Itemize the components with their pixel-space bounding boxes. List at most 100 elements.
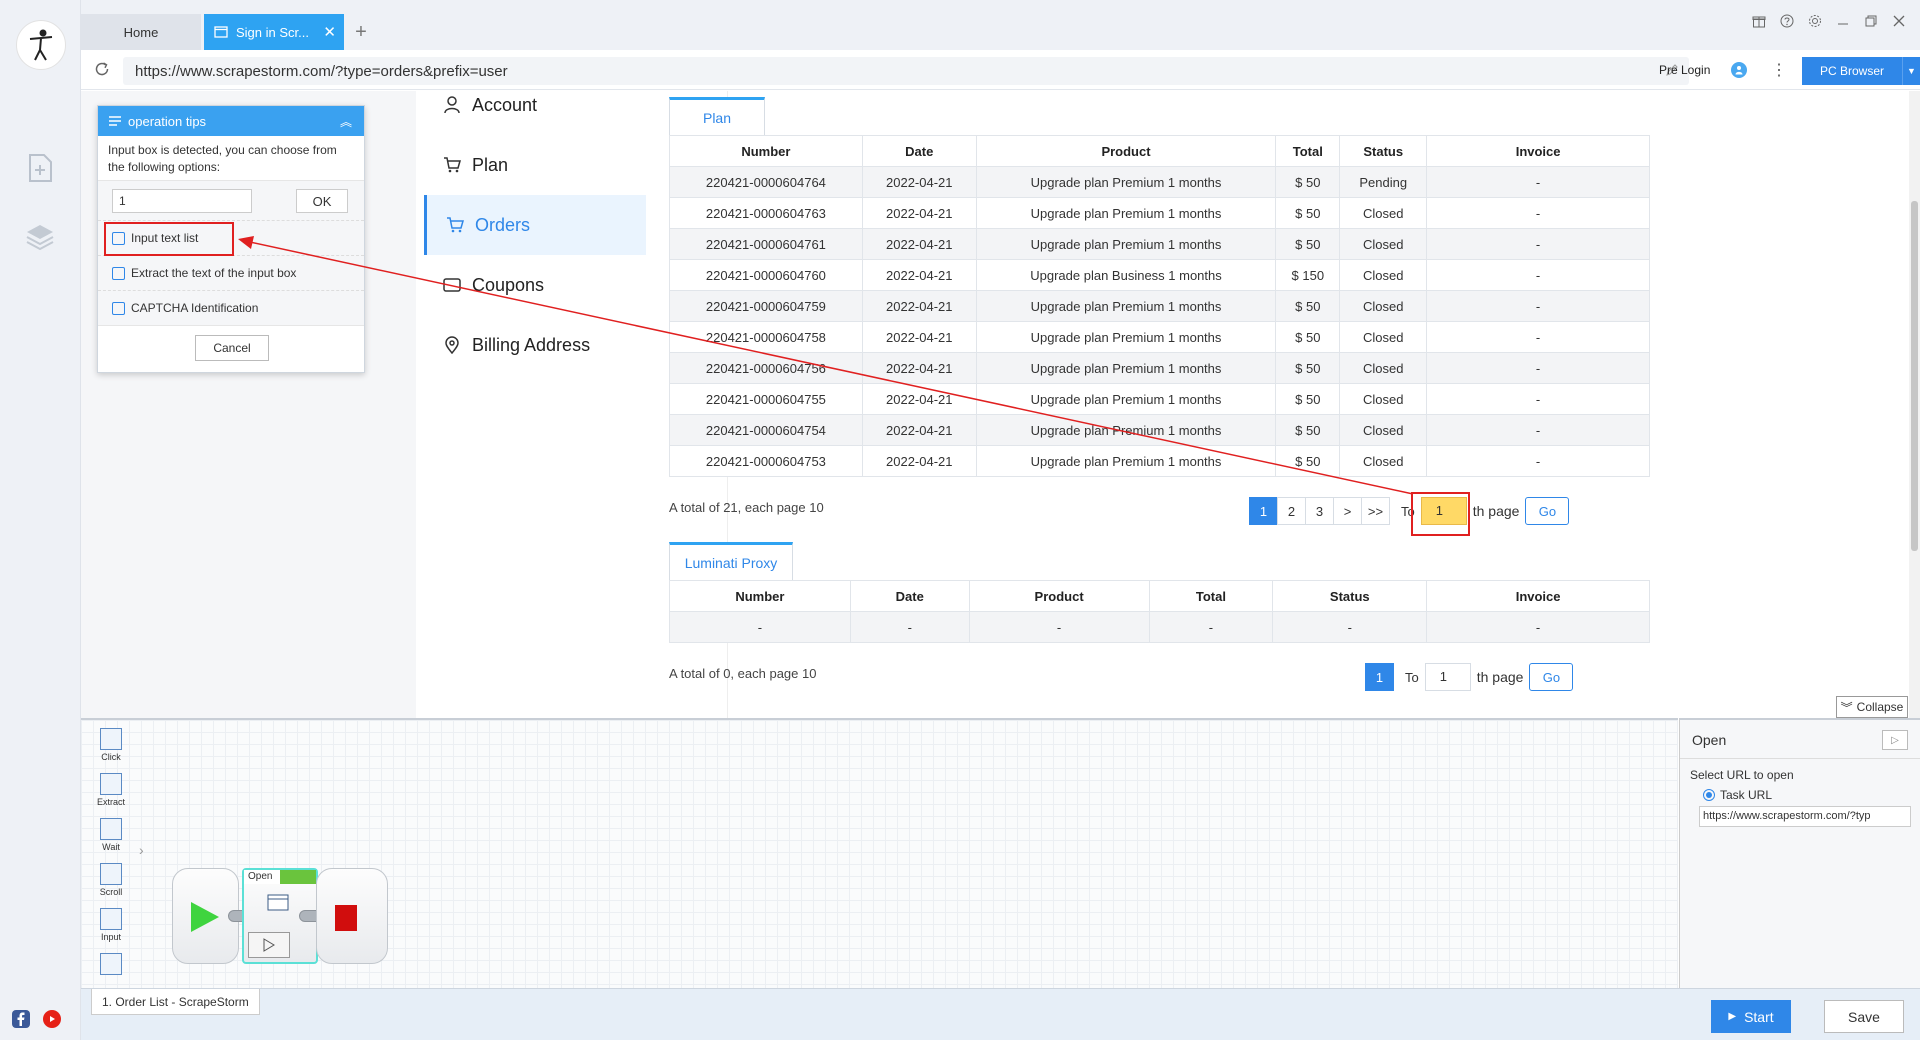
help-icon[interactable] xyxy=(1780,14,1794,31)
chevron-down-icon[interactable]: ▼ xyxy=(1902,57,1920,85)
close-window-icon[interactable] xyxy=(1892,14,1906,31)
start-button[interactable]: ▶ Start xyxy=(1711,1000,1791,1033)
tool-input[interactable]: Input xyxy=(93,908,129,953)
chevron-down-icon: ︾ xyxy=(1840,700,1853,715)
reload-icon[interactable] xyxy=(93,60,113,80)
table-cell: 220421-0000604759 xyxy=(669,290,863,322)
proxy-header-product: Product xyxy=(968,580,1150,612)
workflow-canvas[interactable]: Click Extract Wait Scroll Input › Open xyxy=(81,718,1678,988)
click-icon xyxy=(100,728,122,750)
plan-total-text: A total of 21, each page 10 xyxy=(669,500,824,515)
more-menu-icon[interactable]: ⋮ xyxy=(1771,60,1787,80)
nav-item-coupons[interactable]: Coupons xyxy=(424,255,646,315)
tab-home-label: Home xyxy=(123,24,159,40)
settings-gear-icon[interactable] xyxy=(1808,14,1822,31)
table-cell: Upgrade plan Business 1 months xyxy=(975,259,1277,291)
pre-login-button[interactable]: Pre Login xyxy=(1659,63,1710,77)
plan-header-status: Status xyxy=(1339,135,1428,167)
table-cell: 220421-0000604755 xyxy=(669,383,863,415)
plan-header-product: Product xyxy=(975,135,1277,167)
table-cell: - xyxy=(1426,611,1650,643)
table-row: 220421-0000604753 2022-04-21 Upgrade plan … xyxy=(669,445,1650,477)
table-cell: - xyxy=(1148,611,1274,643)
pc-browser-button[interactable]: PC Browser ▼ xyxy=(1802,57,1920,85)
table-cell: Pending xyxy=(1339,166,1428,198)
left-rail xyxy=(0,0,81,1040)
tool-scroll[interactable]: Scroll xyxy=(93,863,129,908)
page-3-button[interactable]: 3 xyxy=(1305,497,1334,525)
table-cell: - xyxy=(1272,611,1428,643)
play-icon[interactable]: ▷ xyxy=(1882,730,1908,750)
nav-item-orders[interactable]: Orders xyxy=(424,195,646,255)
table-cell: - xyxy=(1426,352,1650,384)
end-node[interactable] xyxy=(316,868,388,964)
save-button[interactable]: Save xyxy=(1824,1000,1904,1033)
table-cell: $ 50 xyxy=(1275,445,1341,477)
table-row: 220421-0000604763 2022-04-21 Upgrade plan … xyxy=(669,197,1650,229)
address-input[interactable]: https://www.scrapestorm.com/?type=orders… xyxy=(123,57,1689,85)
table-cell: $ 50 xyxy=(1275,383,1341,415)
next-page-button[interactable]: > xyxy=(1333,497,1362,525)
layers-icon[interactable] xyxy=(24,220,56,252)
account-person-icon[interactable] xyxy=(1731,62,1747,78)
collapse-up-icon[interactable]: ︽ xyxy=(340,113,352,130)
tab-luminati-proxy[interactable]: Luminati Proxy xyxy=(669,542,793,580)
ok-button[interactable]: OK xyxy=(296,189,348,213)
table-cell: 220421-0000604764 xyxy=(669,166,863,198)
nav-item-plan[interactable]: Plan xyxy=(424,135,646,195)
proxy-go-button[interactable]: Go xyxy=(1529,663,1574,691)
task-url-radio[interactable]: Task URL xyxy=(1703,788,1772,802)
table-cell: 2022-04-21 xyxy=(861,445,977,477)
task-tab[interactable]: 1. Order List - ScrapeStorm xyxy=(91,989,260,1015)
pc-browser-label: PC Browser xyxy=(1820,64,1885,78)
collapse-button[interactable]: ︾ Collapse xyxy=(1836,696,1908,718)
tool-wait[interactable]: Wait xyxy=(93,818,129,863)
minimize-icon[interactable] xyxy=(1836,14,1850,31)
tab-plan[interactable]: Plan xyxy=(669,97,765,135)
cancel-button[interactable]: Cancel xyxy=(195,335,269,361)
tool-label: Input xyxy=(100,932,122,942)
tool-click[interactable]: Click xyxy=(93,728,129,773)
proxy-page-input[interactable]: 1 xyxy=(1424,663,1471,691)
gift-icon[interactable] xyxy=(1752,14,1766,31)
toolbox: Click Extract Wait Scroll Input xyxy=(93,728,129,990)
new-task-icon[interactable] xyxy=(24,152,56,184)
tips-value-input[interactable]: 1 xyxy=(112,189,252,213)
youtube-icon[interactable] xyxy=(43,1010,61,1028)
page-2-button[interactable]: 2 xyxy=(1277,497,1306,525)
last-page-button[interactable]: >> xyxy=(1361,497,1390,525)
proxy-header-number: Number xyxy=(669,580,851,612)
chevron-right-icon[interactable]: › xyxy=(139,842,144,858)
close-tab-icon[interactable]: ✕ xyxy=(323,23,336,41)
option-extract-text[interactable]: Extract the text of the input box xyxy=(98,255,364,290)
page-icon xyxy=(214,26,228,38)
run-step-button[interactable] xyxy=(248,932,290,958)
plan-header-total: Total xyxy=(1275,135,1341,167)
app-logo[interactable] xyxy=(16,20,66,70)
tab-luminati-proxy-label: Luminati Proxy xyxy=(684,554,778,571)
nav-label-orders: Orders xyxy=(475,214,531,235)
table-row: 220421-0000604754 2022-04-21 Upgrade plan … xyxy=(669,414,1650,446)
table-cell: Closed xyxy=(1339,259,1428,291)
task-url-input[interactable]: https://www.scrapestorm.com/?typ xyxy=(1699,806,1911,827)
highlight-box-page-input xyxy=(1411,492,1470,536)
facebook-icon[interactable] xyxy=(12,1010,30,1028)
scroll-icon xyxy=(100,863,122,885)
tab-sign-in[interactable]: Sign in Scr... ✕ xyxy=(204,14,344,50)
extract-icon xyxy=(112,266,125,280)
nav-item-billing-address[interactable]: Billing Address xyxy=(424,315,646,375)
page-1-button[interactable]: 1 xyxy=(1249,497,1278,525)
restore-icon[interactable] xyxy=(1864,14,1878,31)
go-button[interactable]: Go xyxy=(1525,497,1570,525)
tool-extract[interactable]: Extract xyxy=(93,773,129,818)
table-cell: - xyxy=(849,611,970,643)
new-tab-button[interactable]: + xyxy=(349,14,373,50)
table-cell: Closed xyxy=(1339,228,1428,260)
proxy-page-1-button[interactable]: 1 xyxy=(1365,663,1394,691)
properties-panel: Open ▷ Select URL to open Task URL https… xyxy=(1679,718,1920,988)
nav-item-account[interactable]: Account xyxy=(424,91,646,135)
scrollbar-thumb[interactable] xyxy=(1911,201,1918,551)
vertical-scrollbar[interactable] xyxy=(1909,91,1920,718)
tab-home[interactable]: Home xyxy=(81,14,201,50)
option-captcha[interactable]: CAPTCHA Identification xyxy=(98,290,364,325)
